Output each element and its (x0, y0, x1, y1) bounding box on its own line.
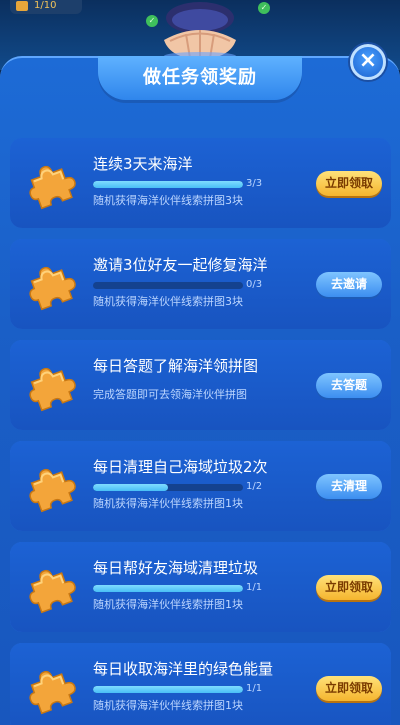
task-progress-text: 1/1 (246, 683, 263, 694)
task-title: 每日清理自己海域垃圾2次 (93, 458, 268, 476)
puzzle-piece-icon (24, 663, 76, 715)
claim-reward-button[interactable]: 立即领取 (316, 676, 382, 701)
task-progress-bar (93, 282, 243, 289)
leaf-drop-icon: ✓ (258, 2, 270, 14)
close-icon: × (358, 48, 378, 73)
task-description: 随机获得海洋伙伴线索拼图1块 (93, 598, 243, 611)
task-description: 随机获得海洋伙伴线索拼图1块 (93, 699, 243, 712)
task-description: 随机获得海洋伙伴线索拼图3块 (93, 295, 243, 308)
dialog-title-tab: 做任务领奖励 (98, 56, 302, 100)
claim-reward-button[interactable]: 立即领取 (316, 575, 382, 600)
task-progress-fill (93, 686, 243, 693)
go-task-button[interactable]: 去清理 (316, 474, 382, 499)
task-card: 邀请3位好友一起修复海洋 0/3 随机获得海洋伙伴线索拼图3块 去邀请 (10, 239, 391, 329)
task-title: 邀请3位好友一起修复海洋 (93, 256, 268, 274)
task-title: 连续3天来海洋 (93, 155, 193, 173)
go-task-button[interactable]: 去邀请 (316, 272, 382, 297)
go-task-button[interactable]: 去答题 (316, 373, 382, 398)
close-button[interactable]: × (350, 44, 386, 80)
task-progress-bar (93, 181, 243, 188)
task-progress-bar (93, 484, 243, 491)
task-description: 随机获得海洋伙伴线索拼图3块 (93, 194, 243, 207)
task-title: 每日帮好友海域清理垃圾 (93, 559, 259, 577)
claim-reward-button[interactable]: 立即领取 (316, 171, 382, 196)
task-description: 随机获得海洋伙伴线索拼图1块 (93, 497, 243, 510)
task-title: 每日答题了解海洋领拼图 (93, 357, 259, 375)
puzzle-piece-icon (24, 461, 76, 513)
dialog-title: 做任务领奖励 (143, 67, 257, 88)
puzzle-piece-icon (24, 360, 76, 412)
puzzle-piece-icon (24, 158, 76, 210)
task-progress-text: 1/2 (246, 481, 263, 492)
puzzle-counter-icon (16, 1, 28, 11)
task-card: 每日收取海洋里的绿色能量 1/1 随机获得海洋伙伴线索拼图1块 立即领取 (10, 643, 391, 725)
task-description: 完成答题即可去领海洋伙伴拼图 (93, 388, 247, 401)
clam-shell-icon (150, 0, 250, 62)
puzzle-counter-text: 1/10 (34, 0, 57, 11)
task-card: 每日帮好友海域清理垃圾 1/1 随机获得海洋伙伴线索拼图1块 立即领取 (10, 542, 391, 632)
puzzle-counter: 1/10 (10, 0, 82, 14)
task-progress-text: 1/1 (246, 582, 263, 593)
task-card: 每日答题了解海洋领拼图完成答题即可去领海洋伙伴拼图 去答题 (10, 340, 391, 430)
puzzle-piece-icon (24, 562, 76, 614)
task-progress-fill (93, 585, 243, 592)
task-progress-bar (93, 585, 243, 592)
task-progress-bar (93, 686, 243, 693)
task-progress-fill (93, 484, 168, 491)
task-card: 连续3天来海洋 3/3 随机获得海洋伙伴线索拼图3块 立即领取 (10, 138, 391, 228)
task-progress-fill (93, 181, 243, 188)
puzzle-piece-icon (24, 259, 76, 311)
task-card: 每日清理自己海域垃圾2次 1/2 随机获得海洋伙伴线索拼图1块 去清理 (10, 441, 391, 531)
task-title: 每日收取海洋里的绿色能量 (93, 660, 274, 678)
task-progress-text: 0/3 (246, 279, 263, 290)
task-progress-text: 3/3 (246, 178, 263, 189)
